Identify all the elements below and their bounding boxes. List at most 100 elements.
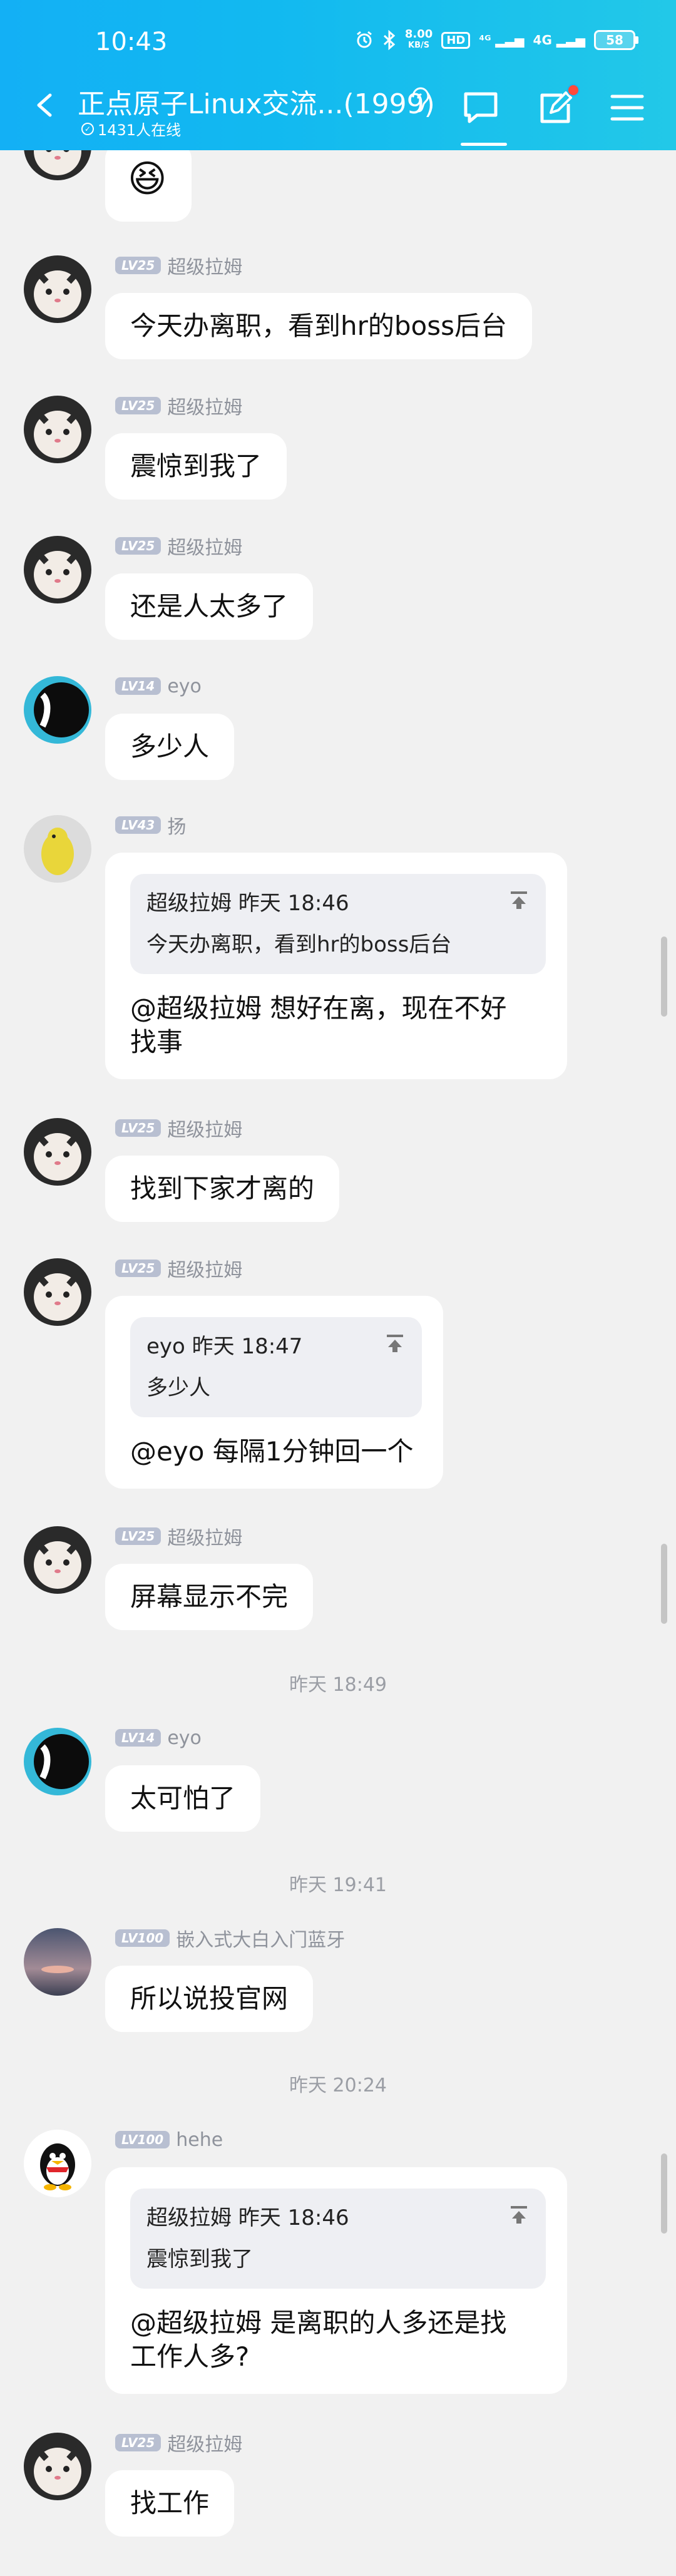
avatar[interactable] [24,2130,91,2197]
jump-to-top-icon[interactable] [508,890,530,911]
chat-header: 10:43 8.00 KB/S HD ⁴ᴳ ▂▃▅ 4G ▂▃▅ 58 正点原子L… [0,0,676,150]
notification-dot [567,84,580,96]
quote-header: eyo 昨天 18:47 [146,1334,303,1359]
level-badge: LV25 [115,537,161,555]
reply-bubble[interactable]: eyo 昨天 18:47 多少人 @eyo 每隔1分钟回一个 [105,1296,443,1489]
sender-name[interactable]: 超级拉姆 [167,392,242,419]
message-meta: LV25 超级拉姆 [115,2429,242,2456]
online-count: ✓ 1431人在线 [81,118,181,140]
sender-name[interactable]: 超级拉姆 [167,532,242,560]
avatar[interactable] [24,536,91,603]
avatar[interactable] [24,676,91,744]
sender-name[interactable]: eyo [167,675,202,697]
message-bubble[interactable]: 太可怕了 [105,1765,261,1832]
message-text: 找工作 [130,2488,210,2518]
avatar[interactable] [24,1728,91,1795]
sender-name[interactable]: 超级拉姆 [167,1522,242,1550]
avatar[interactable] [24,1118,91,1186]
sender-name[interactable]: 超级拉姆 [167,1114,242,1142]
avatar[interactable] [24,1928,91,1996]
level-badge: LV25 [115,1119,161,1137]
bluetooth-icon [383,30,396,50]
message-bubble[interactable]: 震惊到我了 [105,433,287,500]
message-meta: LV25 超级拉姆 [115,1255,242,1282]
message-meta: LV100 嵌入式大白入门蓝牙 [115,1924,345,1952]
scrollbar-thumb[interactable] [661,936,667,1017]
message-meta: LV25 超级拉姆 [115,1522,242,1550]
duck-avatar-icon [24,815,91,883]
quote-header: 超级拉姆 昨天 18:46 [146,891,349,916]
message-meta: LV25 超级拉姆 [115,1114,242,1142]
message-text: 屏幕显示不完 [130,1581,289,1612]
avatar[interactable] [24,1526,91,1594]
sender-name[interactable]: hehe [176,2129,223,2151]
message-bubble[interactable]: 今天办离职，看到hr的boss后台 [105,293,533,359]
avatar[interactable] [24,396,91,463]
avatar[interactable] [24,815,91,883]
ear-icon [412,87,429,113]
sender-name[interactable]: 扬 [167,811,186,839]
net-speed: 8.00 KB/S [404,28,433,51]
sunset-avatar-icon [24,1928,91,1996]
message-text: 今天办离职，看到hr的boss后台 [130,310,508,341]
quoted-message[interactable]: eyo 昨天 18:47 多少人 [130,1317,422,1417]
chat-bubble-icon[interactable] [462,90,499,125]
message-bubble[interactable]: 多少人 [105,714,235,780]
avatar[interactable] [24,255,91,323]
sender-name[interactable]: eyo [167,1727,202,1749]
message-meta: LV14 eyo [115,1727,202,1749]
level-badge: LV25 [115,1260,161,1277]
reply-bubble[interactable]: 超级拉姆 昨天 18:46 今天办离职，看到hr的boss后台 @超级拉姆 想好… [105,853,567,1079]
timestamp-divider: 昨天 18:49 [289,1674,387,1696]
message-text: 太可怕了 [130,1783,236,1814]
sender-name[interactable]: 超级拉姆 [167,252,242,279]
chat-title[interactable]: 正点原子Linux交流...(1999) [78,81,435,121]
timestamp-divider: 昨天 20:24 [289,2075,387,2096]
message-meta: LV25 超级拉姆 [115,532,242,560]
sender-name[interactable]: 超级拉姆 [167,2429,242,2456]
jump-to-top-icon[interactable] [384,1333,406,1355]
level-badge: LV25 [115,2434,161,2451]
message-meta: LV100 hehe [115,2128,223,2151]
online-icon: ✓ [81,122,94,135]
cat-avatar-icon [24,536,91,603]
avatar[interactable] [24,2433,91,2500]
cat-avatar-icon [24,1526,91,1594]
message-meta: LV25 超级拉姆 [115,252,242,279]
message-bubble[interactable]: 找到下家才离的 [105,1156,340,1222]
menu-icon[interactable] [610,94,645,121]
back-icon[interactable] [33,93,58,118]
level-badge: LV14 [115,677,161,695]
scrollbar-thumb[interactable] [661,1544,667,1624]
reply-bubble[interactable]: 超级拉姆 昨天 18:46 震惊到我了 @超级拉姆 是离职的人多还是找 工作人多… [105,2167,567,2394]
message-text: 多少人 [130,731,210,762]
cat-avatar-icon [24,255,91,323]
sender-name[interactable]: 嵌入式大白入门蓝牙 [176,1924,345,1952]
scrollbar-thumb[interactable] [661,2153,667,2234]
message-bubble[interactable]: 屏幕显示不完 [105,1564,314,1630]
active-tab-indicator [461,143,507,146]
message-text: @超级拉姆 是离职的人多还是找 工作人多? [130,2307,507,2372]
quoted-message[interactable]: 超级拉姆 昨天 18:46 震惊到我了 [130,2189,546,2289]
level-badge: LV100 [115,1929,170,1947]
message-meta: LV14 eyo [115,675,202,697]
hd-badge: HD [441,31,471,49]
level-badge: LV43 [115,816,161,834]
message-text: 所以说投官网 [130,1983,289,2014]
message-bubble[interactable]: 找工作 [105,2470,235,2537]
edit-icon[interactable] [537,90,573,126]
message-bubble[interactable]: 所以说投官网 [105,1966,314,2032]
message-bubble[interactable]: 😆 [105,141,192,222]
status-icons: 8.00 KB/S HD ⁴ᴳ ▂▃▅ 4G ▂▃▅ 58 [355,29,638,51]
level-badge: LV25 [115,1527,161,1545]
message-bubble[interactable]: 还是人太多了 [105,573,314,640]
jump-to-top-icon[interactable] [508,2205,530,2226]
cat-avatar-icon [24,1118,91,1186]
message-text: 还是人太多了 [130,591,289,622]
emoji-face: 😆 [128,157,167,201]
avatar[interactable] [24,1258,91,1326]
quoted-message[interactable]: 超级拉姆 昨天 18:46 今天办离职，看到hr的boss后台 [130,874,546,974]
eyo-avatar-icon [24,1728,91,1795]
sender-name[interactable]: 超级拉姆 [167,1255,242,1282]
message-text: 找到下家才离的 [130,1173,315,1204]
